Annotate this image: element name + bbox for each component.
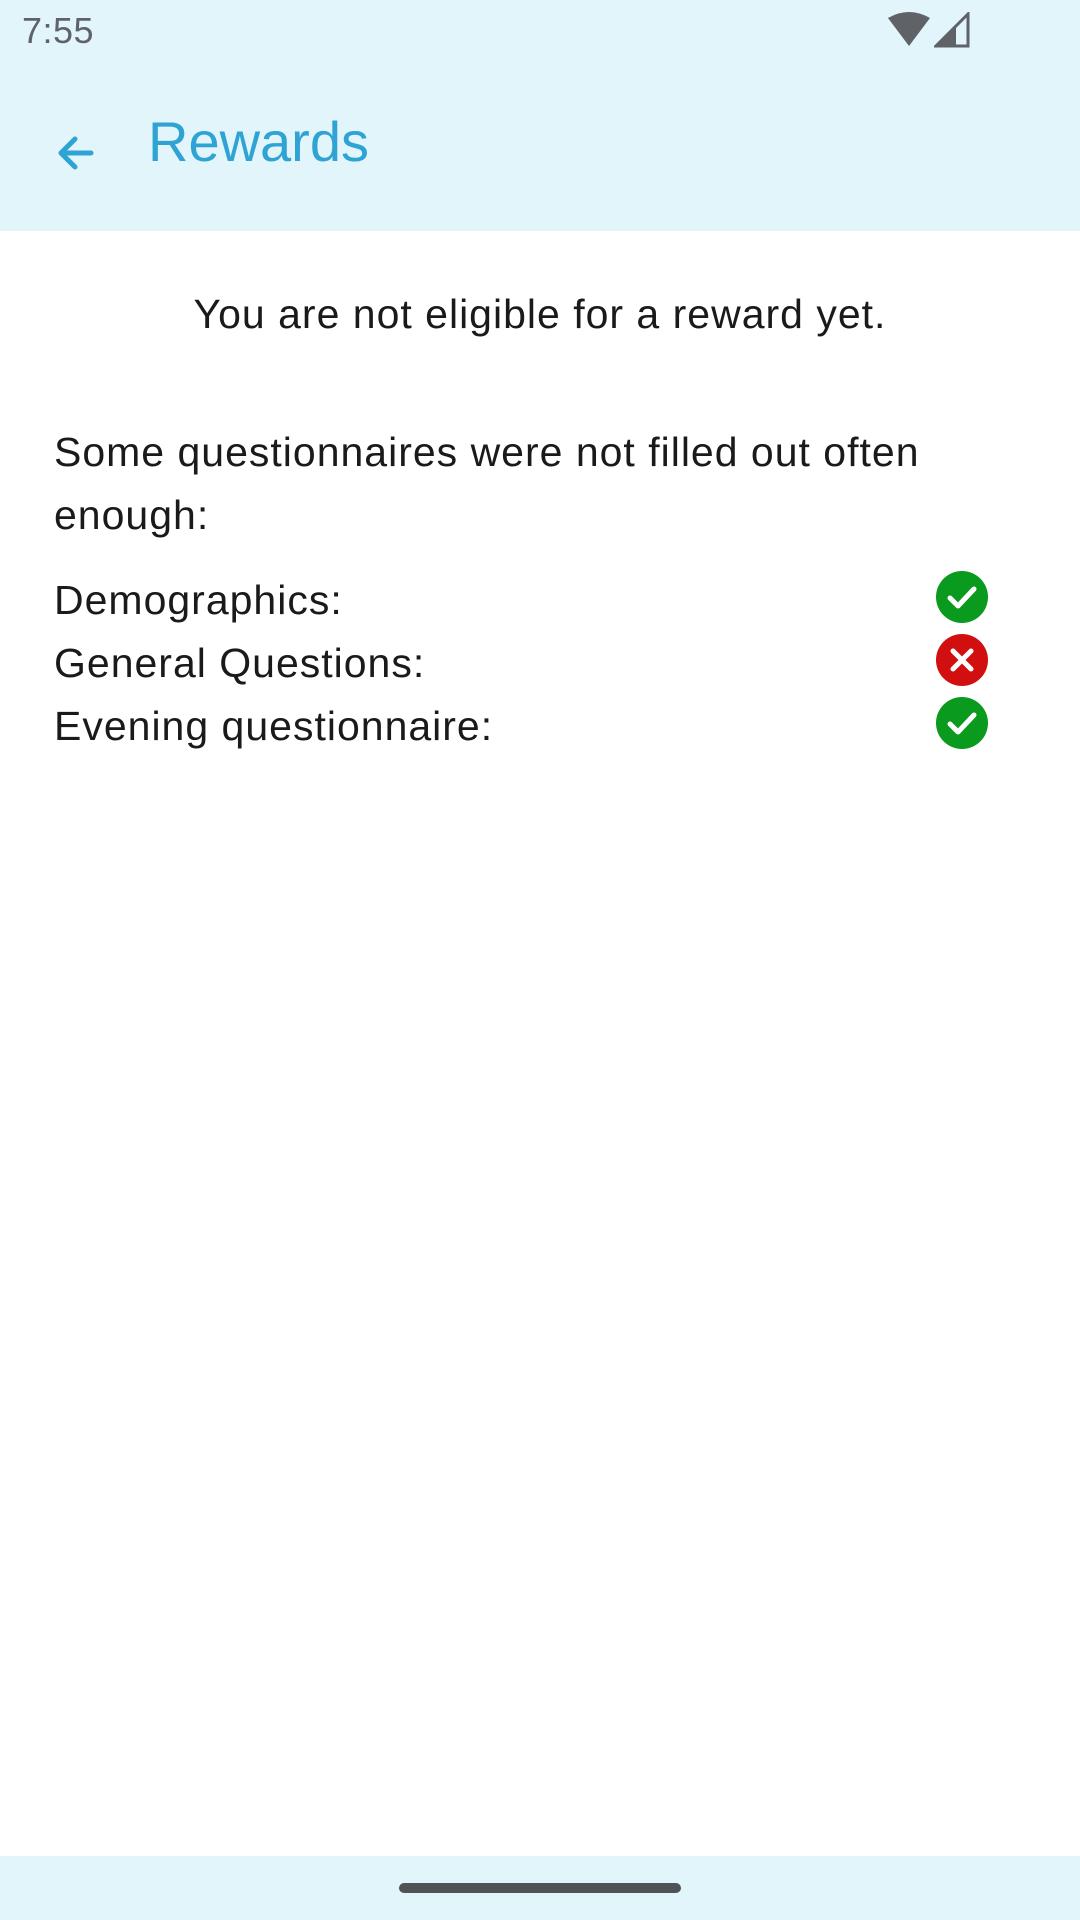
- questionnaire-label: Evening questionnaire:: [54, 703, 494, 749]
- questionnaire-label: Demographics:: [54, 577, 343, 623]
- status-time: 7:55: [22, 10, 95, 51]
- explanation-text: Some questionnaires were not filled out …: [54, 429, 920, 538]
- questionnaire-row-general: General Questions:: [54, 634, 988, 694]
- navigation-bar: [0, 1856, 1080, 1920]
- check-circle-icon: [936, 571, 988, 623]
- questionnaire-row-demographics: Demographics:: [54, 571, 988, 631]
- eligibility-message: You are not eligible for a reward yet.: [193, 291, 887, 337]
- status-bar: 7:55: [0, 0, 1080, 64]
- page-title: Rewards: [148, 110, 369, 173]
- home-gesture-handle[interactable]: [399, 1883, 681, 1893]
- check-circle-icon: [936, 697, 988, 749]
- back-button[interactable]: [40, 118, 110, 188]
- app-bar: Rewards: [0, 64, 1080, 231]
- questionnaire-row-evening: Evening questionnaire:: [54, 697, 988, 757]
- wifi-icon: [888, 12, 930, 46]
- questionnaire-label: General Questions:: [54, 640, 426, 686]
- signal-icon: [934, 12, 970, 48]
- cross-circle-icon: [936, 634, 988, 686]
- arrow-back-icon: [58, 136, 94, 170]
